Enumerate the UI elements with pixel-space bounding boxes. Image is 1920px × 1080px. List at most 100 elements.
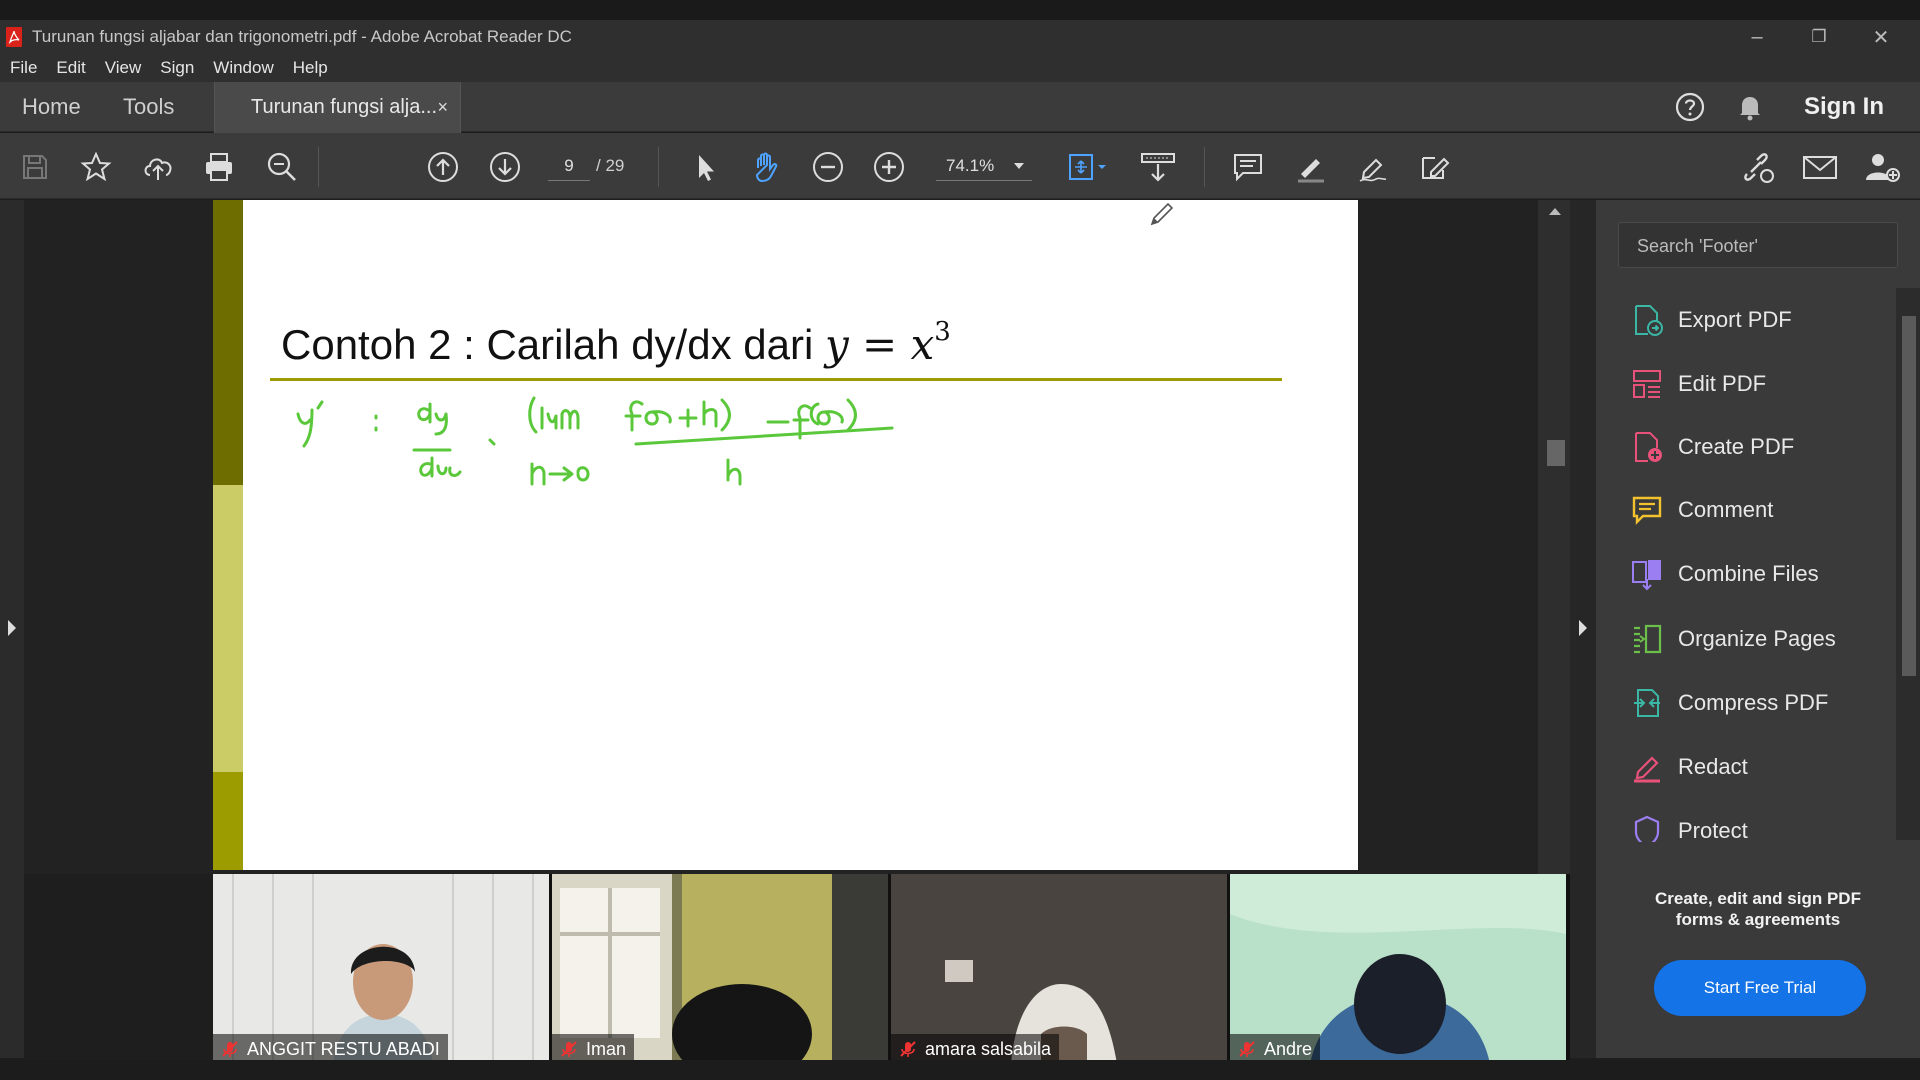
email-icon[interactable] — [1800, 149, 1840, 185]
upload-cloud-icon[interactable] — [140, 149, 176, 185]
title-bar: Turunan fungsi aljabar dan trigonometri.… — [0, 20, 1920, 54]
tool-edit-pdf[interactable]: Edit PDF — [1630, 362, 1766, 406]
zoom-out-icon[interactable] — [810, 149, 846, 185]
menu-file[interactable]: File — [10, 58, 37, 78]
tools-search-input[interactable]: Search 'Footer' — [1618, 222, 1898, 268]
tool-label: Combine Files — [1678, 561, 1819, 586]
promo-text: Create, edit and sign PDF forms & agreem… — [1596, 888, 1920, 930]
window-title: Turunan fungsi aljabar dan trigonometri.… — [32, 27, 572, 46]
scroll-mode-icon[interactable] — [1138, 149, 1178, 185]
zoom-level-value: 74.1% — [946, 156, 995, 175]
tool-create-pdf[interactable]: Create PDF — [1630, 425, 1794, 469]
compress-pdf-icon — [1634, 689, 1660, 717]
expand-arrow-icon — [8, 620, 16, 636]
menu-help[interactable]: Help — [293, 58, 328, 78]
tool-compress-pdf[interactable]: Compress PDF — [1630, 681, 1828, 725]
previous-page-icon[interactable] — [425, 149, 461, 185]
menu-view[interactable]: View — [105, 58, 142, 78]
document-scrollbar[interactable] — [1538, 200, 1570, 874]
participant-tile[interactable]: amara salsabila — [891, 874, 1227, 1064]
tool-organize-pages[interactable]: Organize Pages — [1630, 617, 1836, 661]
menu-edit[interactable]: Edit — [56, 58, 85, 78]
tool-label: Redact — [1678, 754, 1748, 779]
page-total: / 29 — [596, 156, 625, 175]
sign-in-button[interactable]: Sign In — [1804, 82, 1884, 132]
add-user-icon[interactable] — [1862, 149, 1902, 185]
protect-icon — [1634, 815, 1660, 842]
zoom-in-icon[interactable] — [871, 149, 907, 185]
tool-combine-files[interactable]: Combine Files — [1630, 552, 1819, 596]
tool-label: Create PDF — [1678, 434, 1795, 459]
menu-bar: File Edit View Sign Window Help — [0, 54, 1920, 82]
bottom-bar — [0, 1060, 1920, 1080]
fit-page-icon[interactable] — [1065, 149, 1111, 185]
create-pdf-icon — [1635, 432, 1662, 462]
next-page-icon[interactable] — [487, 149, 523, 185]
help-icon[interactable] — [1674, 91, 1706, 123]
draw-sign-icon[interactable] — [1355, 149, 1391, 185]
heading-exponent: 3 — [934, 317, 951, 347]
comment-icon — [1632, 496, 1662, 525]
redact-icon — [1634, 756, 1660, 783]
notification-bell-icon[interactable] — [1734, 91, 1766, 123]
tools-list: Export PDF Edit PDF Create PDF Comment C… — [1596, 284, 1896, 842]
zoom-level-dropdown[interactable]: 74.1% — [936, 151, 1032, 181]
combine-files-icon — [1632, 560, 1661, 591]
tools-scrollbar[interactable] — [1896, 288, 1920, 840]
heading-formula: y = x — [824, 320, 935, 369]
tool-label: Comment — [1678, 497, 1774, 522]
select-cursor-icon[interactable] — [687, 149, 723, 185]
tool-label: Compress PDF — [1678, 690, 1829, 715]
right-panel-collapse[interactable] — [1570, 200, 1596, 1058]
menu-window[interactable]: Window — [213, 58, 273, 78]
bookmark-star-icon[interactable] — [78, 149, 114, 185]
tool-export-pdf[interactable]: Export PDF — [1630, 298, 1792, 342]
heading-text: Contoh 2 : Carilah dy/dx dari — [281, 321, 825, 368]
highlight-pen-icon[interactable] — [1293, 149, 1329, 185]
scroll-up-icon[interactable] — [1549, 208, 1561, 215]
start-free-trial-button[interactable]: Start Free Trial — [1654, 960, 1866, 1016]
handwritten-annotation — [296, 396, 894, 486]
zoom-search-icon[interactable] — [264, 149, 300, 185]
participant-tile[interactable]: Andre — [1230, 874, 1566, 1064]
tab-home[interactable]: Home — [22, 82, 81, 132]
tool-protect[interactable]: Protect — [1630, 809, 1748, 842]
acrobat-app-icon — [6, 27, 22, 47]
tool-label: Export PDF — [1678, 307, 1792, 332]
tools-pane: Search 'Footer' Export PDF Edit PDF Crea… — [1596, 200, 1920, 1058]
add-comment-icon[interactable] — [1230, 149, 1266, 185]
hand-tool-icon[interactable] — [748, 149, 784, 185]
menu-sign[interactable]: Sign — [160, 58, 194, 78]
participant-tile[interactable]: Iman — [552, 874, 888, 1064]
tab-bar: Home Tools Turunan fungsi alja... × Sign… — [0, 82, 1920, 133]
edit-pdf-icon — [1633, 370, 1661, 398]
fill-sign-icon[interactable] — [1416, 149, 1452, 185]
close-button[interactable]: ✕ — [1850, 20, 1912, 54]
minimize-button[interactable]: – — [1726, 20, 1788, 54]
left-panel-toggle[interactable] — [0, 200, 24, 1058]
tab-tools[interactable]: Tools — [123, 82, 174, 132]
promo-line: Create, edit and sign PDF forms & agreem… — [1655, 889, 1861, 929]
tool-redact[interactable]: Redact — [1630, 745, 1748, 789]
scroll-thumb[interactable] — [1547, 440, 1565, 466]
slide-color-band — [213, 200, 243, 870]
pdf-page — [213, 200, 1358, 870]
pencil-cursor-icon — [1150, 202, 1174, 226]
organize-pages-icon — [1634, 624, 1662, 654]
tool-label: Organize Pages — [1678, 626, 1836, 651]
muted-mic-icon — [1239, 1041, 1255, 1057]
close-tab-button[interactable]: × — [437, 82, 448, 132]
tab-document[interactable]: Turunan fungsi alja... × — [214, 82, 461, 133]
page-number-input[interactable]: 9 — [548, 151, 590, 181]
share-link-icon[interactable] — [1737, 149, 1777, 185]
chevron-down-icon — [1014, 163, 1024, 169]
tools-scroll-thumb[interactable] — [1902, 316, 1916, 676]
save-icon[interactable] — [17, 149, 53, 185]
print-icon[interactable] — [201, 149, 237, 185]
tool-comment[interactable]: Comment — [1630, 488, 1773, 532]
top-black-bar — [0, 0, 1920, 20]
participant-tile[interactable]: ANGGIT RESTU ABADI — [213, 874, 549, 1064]
collapse-arrow-icon — [1579, 620, 1587, 636]
restore-button[interactable]: ❐ — [1788, 20, 1850, 54]
toolbar: 9 / 29 74.1% — [0, 133, 1920, 199]
